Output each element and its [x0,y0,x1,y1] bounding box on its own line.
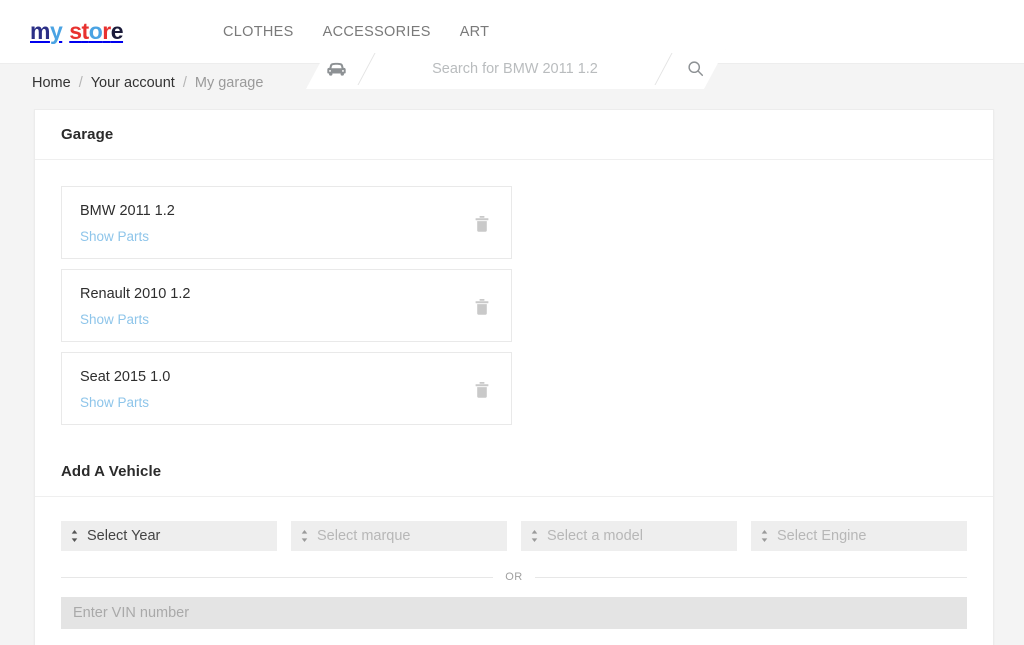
breadcrumb-separator: / [78,75,83,91]
divider-line-right [534,576,967,578]
show-parts-link[interactable]: Show Parts [80,395,149,410]
logo-letter-y: y [49,18,63,44]
select-engine-label: Select Engine [777,528,867,544]
vehicle-select-row: Select Year Select marque Select a model [61,521,967,551]
nav-item-clothes[interactable]: CLOTHES [223,24,294,40]
logo-letter-s: s [69,18,82,44]
vin-input[interactable] [61,597,967,629]
divider-line-left [61,576,494,578]
search-icon[interactable] [664,60,726,77]
vehicle-name: Renault 2010 1.2 [80,286,191,302]
main-navigation: CLOTHES ACCESSORIES ART [223,24,489,40]
select-marque[interactable]: Select marque [291,521,507,551]
add-vehicle-form: Select Year Select marque Select a model [35,497,993,645]
add-vehicle-section-header: Add A Vehicle [35,447,993,497]
chevron-updown-icon [761,530,768,542]
breadcrumb-item-home[interactable]: Home [32,75,71,91]
site-logo[interactable]: my store [30,18,124,44]
vehicle-search-bar: Search for BMW 2011 1.2 [306,48,726,89]
chevron-updown-icon [71,530,78,542]
car-icon[interactable] [306,62,366,76]
breadcrumb-item-your-account[interactable]: Your account [91,75,175,91]
vehicle-card: Seat 2015 1.0 Show Parts [61,352,512,425]
show-parts-link[interactable]: Show Parts [80,312,149,327]
garage-panel: Garage BMW 2011 1.2 Show Parts Renault 2… [34,109,994,645]
site-header: my store CLOTHES ACCESSORIES ART Search f… [0,0,1024,64]
page-title: Garage [61,126,114,143]
search-input[interactable]: Search for BMW 2011 1.2 [367,48,663,89]
search-input-placeholder: Search for BMW 2011 1.2 [432,60,598,77]
breadcrumb-item-my-garage: My garage [194,75,264,91]
nav-item-art[interactable]: ART [460,24,490,40]
nav-item-accessories[interactable]: ACCESSORIES [323,24,431,40]
show-parts-link[interactable]: Show Parts [80,229,149,244]
select-engine[interactable]: Select Engine [751,521,967,551]
trash-icon[interactable] [471,379,493,401]
vehicle-card: BMW 2011 1.2 Show Parts [61,186,512,259]
logo-letter-r: r [102,18,111,44]
breadcrumb-separator: / [182,75,187,91]
vehicle-name: Seat 2015 1.0 [80,369,171,385]
select-year-label: Select Year [87,528,161,544]
select-marque-label: Select marque [317,528,411,544]
or-divider: OR [61,571,967,583]
garage-vehicle-list: BMW 2011 1.2 Show Parts Renault 2010 1.2… [35,160,993,447]
garage-section-header: Garage [35,110,993,160]
chevron-updown-icon [531,530,538,542]
trash-icon[interactable] [471,296,493,318]
logo-letter-t: t [81,18,90,44]
select-model[interactable]: Select a model [521,521,737,551]
add-vehicle-title: Add A Vehicle [61,463,162,480]
vehicle-card: Renault 2010 1.2 Show Parts [61,269,512,342]
chevron-updown-icon [301,530,308,542]
vehicle-name: BMW 2011 1.2 [80,203,175,219]
logo-letter-e: e [110,18,124,44]
select-model-label: Select a model [547,528,643,544]
select-year[interactable]: Select Year [61,521,277,551]
or-label: OR [505,571,523,583]
logo-letter-m: m [30,18,50,44]
trash-icon[interactable] [471,213,493,235]
logo-letter-o: o [88,18,103,44]
